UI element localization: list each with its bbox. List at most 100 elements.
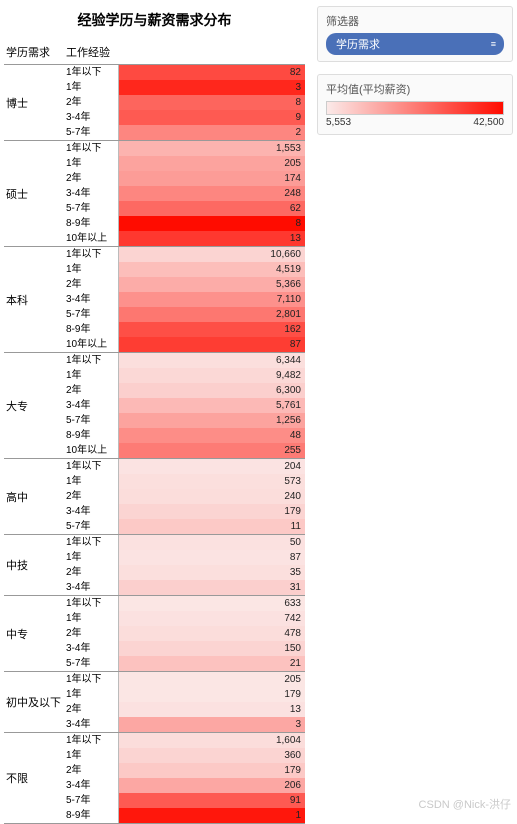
edu-label: 本科 [4, 247, 64, 352]
table-row[interactable]: 1年以下1,604 [64, 733, 305, 748]
table-row[interactable]: 5-7年62 [64, 201, 305, 216]
heat-cell: 255 [118, 443, 305, 458]
table-row[interactable]: 1年742 [64, 611, 305, 626]
exp-label: 1年 [64, 156, 118, 171]
exp-label: 1年以下 [64, 596, 118, 611]
table-row[interactable]: 5-7年1,256 [64, 413, 305, 428]
table-row[interactable]: 2年174 [64, 171, 305, 186]
table-row[interactable]: 1年以下50 [64, 535, 305, 550]
heat-cell: 91 [118, 793, 305, 808]
table-row[interactable]: 1年360 [64, 748, 305, 763]
table-row[interactable]: 2年478 [64, 626, 305, 641]
exp-label: 1年 [64, 611, 118, 626]
table-row[interactable]: 5-7年2,801 [64, 307, 305, 322]
table-row[interactable]: 1年573 [64, 474, 305, 489]
chart-title: 经验学历与薪资需求分布 [4, 4, 305, 40]
table-row[interactable]: 1年87 [64, 550, 305, 565]
table-row[interactable]: 1年以下1,553 [64, 141, 305, 156]
cell-value: 9 [295, 110, 301, 125]
exp-label: 3-4年 [64, 292, 118, 307]
cell-value: 31 [290, 580, 301, 595]
table-row[interactable]: 10年以上255 [64, 443, 305, 458]
exp-label: 10年以上 [64, 337, 118, 352]
table-row[interactable]: 1年以下633 [64, 596, 305, 611]
cell-value: 5,366 [276, 277, 301, 292]
cell-value: 87 [290, 550, 301, 565]
header-exp: 工作经验 [64, 40, 118, 64]
legend-panel: 平均值(平均薪资) 5,553 42,500 [317, 74, 513, 135]
table-row[interactable]: 1年以下204 [64, 459, 305, 474]
cell-value: 2 [295, 125, 301, 140]
heat-cell: 62 [118, 201, 305, 216]
heat-cell: 360 [118, 748, 305, 763]
table-row[interactable]: 2年6,300 [64, 383, 305, 398]
heat-cell: 1,256 [118, 413, 305, 428]
exp-label: 3-4年 [64, 641, 118, 656]
table-row[interactable]: 3-4年7,110 [64, 292, 305, 307]
exp-label: 8-9年 [64, 216, 118, 231]
table-row[interactable]: 5-7年2 [64, 125, 305, 140]
table-row[interactable]: 1年以下10,660 [64, 247, 305, 262]
heat-cell: 174 [118, 171, 305, 186]
table-row[interactable]: 5-7年 11 [64, 519, 305, 534]
table-row[interactable]: 3-4年9 [64, 110, 305, 125]
heat-cell: 48 [118, 428, 305, 443]
cell-value: 9,482 [276, 368, 301, 383]
heat-cell: 13 [118, 702, 305, 717]
table-row[interactable]: 3-4年31 [64, 580, 305, 595]
table-row[interactable]: 1年以下6,344 [64, 353, 305, 368]
table-row[interactable]: 2年35 [64, 565, 305, 580]
exp-label: 3-4年 [64, 186, 118, 201]
table-row[interactable]: 2年8 [64, 95, 305, 110]
cell-value: 10,660 [270, 247, 301, 262]
filter-title: 筛选器 [326, 13, 504, 29]
cell-value: 50 [290, 535, 301, 550]
exp-label: 3-4年 [64, 398, 118, 413]
table-row[interactable]: 3-4年 5,761 [64, 398, 305, 413]
filter-pill[interactable]: 学历需求 ≡ [326, 33, 504, 55]
table-row[interactable]: 10年以上13 [64, 231, 305, 246]
table-row[interactable]: 2年240 [64, 489, 305, 504]
cell-value: 206 [284, 778, 301, 793]
table-row[interactable]: 3-4年 206 [64, 778, 305, 793]
exp-label: 5-7年 [64, 201, 118, 216]
heat-cell: 8 [118, 216, 305, 231]
table-row[interactable]: 3-4年150 [64, 641, 305, 656]
table-row[interactable]: 1年以下205 [64, 672, 305, 687]
table-row[interactable]: 1年205 [64, 156, 305, 171]
heat-cell: 204 [118, 459, 305, 474]
exp-label: 2年 [64, 626, 118, 641]
table-row[interactable]: 1年4,519 [64, 262, 305, 277]
cell-value: 11 [291, 519, 301, 534]
cell-value: 360 [284, 748, 301, 763]
table-row[interactable]: 1年以下82 [64, 65, 305, 80]
cell-value: 1,604 [276, 733, 301, 748]
cell-value: 8 [295, 95, 301, 110]
exp-label: 1年以下 [64, 672, 118, 687]
table-row[interactable]: 8-9年48 [64, 428, 305, 443]
table-row[interactable]: 10年以上87 [64, 337, 305, 352]
cell-value: 5,761 [276, 398, 301, 413]
exp-label: 3-4年 [64, 778, 118, 793]
exp-label: 1年 [64, 368, 118, 383]
exp-label: 5-7年 [64, 519, 118, 534]
table-row[interactable]: 2年5,366 [64, 277, 305, 292]
cell-value: 240 [284, 489, 301, 504]
cell-value: 204 [284, 459, 301, 474]
table-row[interactable]: 1年3 [64, 80, 305, 95]
table-row[interactable]: 3-4年248 [64, 186, 305, 201]
table-row[interactable]: 3-4年179 [64, 504, 305, 519]
edu-group: 高中1年以下2041年5732年2403-4年1795-7年11 [4, 459, 305, 535]
table-row[interactable]: 8-9年8 [64, 216, 305, 231]
table-row[interactable]: 1年 9,482 [64, 368, 305, 383]
table-row[interactable]: 2年179 [64, 763, 305, 778]
table-row[interactable]: 8-9年162 [64, 322, 305, 337]
table-row[interactable]: 5-7年21 [64, 656, 305, 671]
heat-cell: 10,660 [118, 247, 305, 262]
table-row[interactable]: 2年13 [64, 702, 305, 717]
cell-value: 179 [284, 687, 301, 702]
table-row[interactable]: 3-4年3 [64, 717, 305, 732]
table-row[interactable]: 1年179 [64, 687, 305, 702]
heat-cell: 1,604 [118, 733, 305, 748]
table-row[interactable]: 5-7年91 [64, 793, 305, 808]
